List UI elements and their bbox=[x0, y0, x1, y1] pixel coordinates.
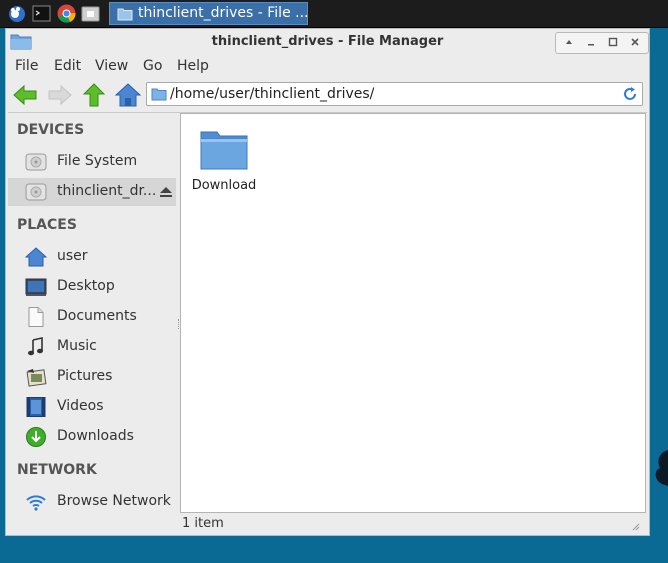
status-text: 1 item bbox=[182, 516, 224, 531]
file-manager-launcher-icon[interactable] bbox=[81, 4, 100, 23]
sidebar-item-label: Pictures bbox=[57, 368, 113, 384]
close-button[interactable] bbox=[625, 34, 645, 52]
sidebar-item-label: thinclient_dr... bbox=[57, 183, 157, 199]
file-manager-window: thinclient_drives - File Manager File Ed… bbox=[5, 28, 650, 536]
music-icon bbox=[25, 337, 47, 357]
desktop-icon bbox=[25, 277, 47, 297]
forward-button[interactable] bbox=[46, 81, 74, 109]
videos-icon bbox=[25, 397, 47, 417]
eject-icon[interactable] bbox=[159, 186, 173, 202]
menubar: File Edit View Go Help bbox=[6, 55, 649, 77]
sidebar-item-browse-network[interactable]: Browse Network bbox=[8, 488, 176, 516]
taskbar-window-label: thinclient_drives - File ... bbox=[138, 5, 309, 21]
sidebar-item-label: Documents bbox=[57, 308, 137, 324]
sidebar-item-file-system[interactable]: File System bbox=[8, 148, 176, 176]
sidebar-item-label: Browse Network bbox=[57, 493, 171, 509]
folder-icon bbox=[117, 7, 133, 28]
sidebar-item-label: File System bbox=[57, 153, 138, 169]
statusbar: 1 item bbox=[180, 514, 646, 534]
location-bar[interactable]: /home/user/thinclient_drives/ bbox=[146, 82, 643, 106]
pictures-icon bbox=[25, 367, 47, 387]
sidebar-item-label: Desktop bbox=[57, 278, 115, 294]
window-controls bbox=[555, 32, 649, 54]
wallpaper-mouse-graphic bbox=[650, 440, 668, 504]
file-item-label: Download bbox=[191, 178, 257, 193]
sidebar-item-label: Music bbox=[57, 338, 97, 354]
sidebar: DEVICES File System thinclient_dr... PLA… bbox=[8, 114, 176, 511]
downloads-icon bbox=[25, 427, 47, 447]
terminal-icon[interactable] bbox=[32, 4, 51, 23]
menu-edit[interactable]: Edit bbox=[54, 58, 81, 74]
drive-icon bbox=[25, 152, 47, 172]
menu-help[interactable]: Help bbox=[177, 58, 209, 74]
document-icon bbox=[25, 307, 47, 327]
home-icon bbox=[24, 247, 48, 267]
titlebar[interactable]: thinclient_drives - File Manager bbox=[6, 29, 649, 55]
sidebar-item-desktop[interactable]: Desktop bbox=[8, 273, 176, 301]
reload-icon[interactable] bbox=[622, 86, 638, 106]
file-item-download[interactable]: Download bbox=[185, 128, 263, 198]
back-button[interactable] bbox=[11, 81, 39, 109]
sidebar-item-user[interactable]: user bbox=[8, 243, 176, 271]
folder-icon bbox=[200, 128, 248, 174]
file-view[interactable]: Download bbox=[180, 113, 646, 513]
toolbar: /home/user/thinclient_drives/ bbox=[6, 79, 649, 111]
sidebar-item-pictures[interactable]: Pictures bbox=[8, 363, 176, 391]
sidebar-item-label: Downloads bbox=[57, 428, 134, 444]
chrome-icon[interactable] bbox=[57, 4, 76, 23]
folder-icon bbox=[151, 88, 167, 105]
sidebar-item-label: Videos bbox=[57, 398, 104, 414]
menu-view[interactable]: View bbox=[95, 58, 128, 74]
sidebar-item-label: user bbox=[57, 248, 88, 264]
window-title: thinclient_drives - File Manager bbox=[211, 34, 444, 49]
sidebar-item-music[interactable]: Music bbox=[8, 333, 176, 361]
sidebar-item-thinclient-drives[interactable]: thinclient_dr... bbox=[8, 178, 176, 206]
network-icon bbox=[25, 492, 47, 512]
menu-file[interactable]: File bbox=[15, 58, 38, 74]
home-button[interactable] bbox=[114, 81, 142, 109]
resize-grip-icon[interactable] bbox=[632, 520, 640, 535]
roll-up-button[interactable] bbox=[559, 34, 579, 52]
menu-go[interactable]: Go bbox=[143, 58, 162, 74]
drive-icon bbox=[25, 182, 47, 202]
taskbar-window-button[interactable]: thinclient_drives - File ... bbox=[109, 2, 308, 25]
sidebar-item-downloads[interactable]: Downloads bbox=[8, 423, 176, 451]
devices-heading: DEVICES bbox=[17, 122, 85, 138]
maximize-button[interactable] bbox=[603, 34, 623, 52]
taskbar: thinclient_drives - File ... bbox=[0, 0, 668, 28]
parent-folder-button[interactable] bbox=[80, 81, 108, 109]
location-path: /home/user/thinclient_drives/ bbox=[170, 86, 375, 102]
places-heading: PLACES bbox=[17, 217, 77, 233]
sidebar-item-videos[interactable]: Videos bbox=[8, 393, 176, 421]
minimize-button[interactable] bbox=[581, 34, 601, 52]
xfce-mouse-icon[interactable] bbox=[7, 4, 26, 23]
sidebar-item-documents[interactable]: Documents bbox=[8, 303, 176, 331]
network-heading: NETWORK bbox=[17, 462, 97, 478]
